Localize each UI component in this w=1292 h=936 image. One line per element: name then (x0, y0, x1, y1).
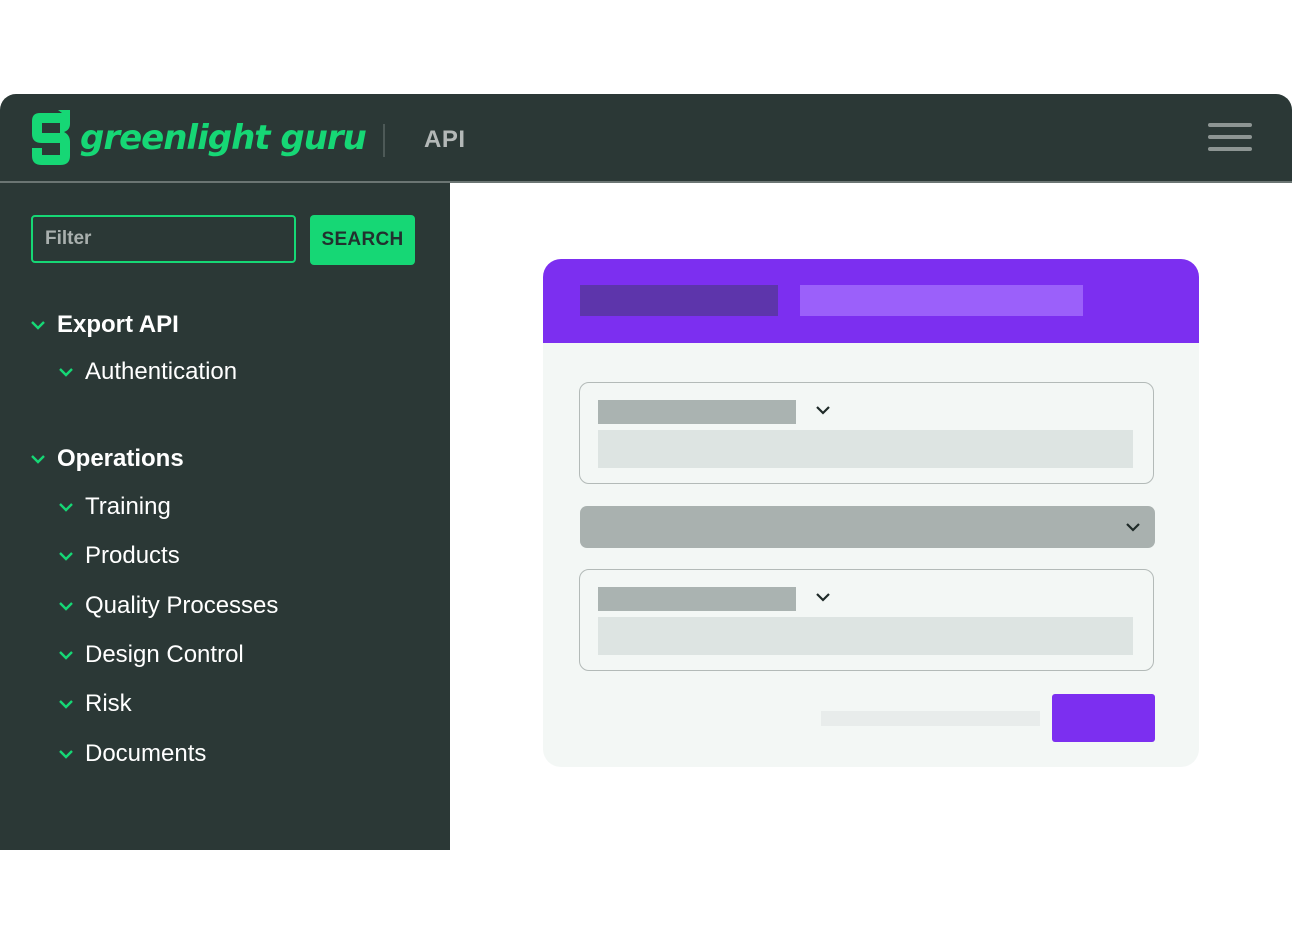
field-label-placeholder (598, 587, 796, 611)
nav-item-label: Documents (85, 740, 207, 767)
nav-item-label: Quality Processes (85, 592, 279, 619)
nav-group-export-api[interactable]: Export API (31, 310, 179, 340)
chevron-down-icon (59, 700, 73, 709)
nav-item-label: Training (85, 493, 171, 520)
sidebar: SEARCH Export API Authentication Operati… (0, 183, 450, 850)
field-input-placeholder[interactable] (598, 430, 1133, 468)
chevron-down-icon[interactable] (815, 405, 831, 416)
nav-item-documents[interactable]: Documents (59, 739, 206, 769)
card-header (543, 259, 1199, 343)
chevron-down-icon (59, 602, 73, 611)
nav-item-design-control[interactable]: Design Control (59, 640, 244, 670)
search-button[interactable]: SEARCH (310, 215, 415, 265)
header-placeholder-tab[interactable] (800, 285, 1083, 316)
nav-group-label: Operations (57, 445, 184, 472)
section-label: API (424, 126, 466, 153)
field-input-placeholder[interactable] (598, 617, 1133, 655)
nav-group-operations[interactable]: Operations (31, 444, 184, 474)
nav-item-label: Risk (85, 690, 132, 717)
chevron-down-icon (59, 503, 73, 512)
chevron-down-icon (59, 368, 73, 377)
field-label-placeholder (598, 400, 796, 424)
header-divider (383, 124, 385, 157)
select-dropdown[interactable] (580, 506, 1155, 548)
nav-item-quality-processes[interactable]: Quality Processes (59, 591, 278, 621)
main-content (450, 183, 1292, 850)
form-card (543, 259, 1199, 767)
nav-item-training[interactable]: Training (59, 492, 171, 522)
form-field-2 (579, 569, 1154, 671)
nav-item-label: Products (85, 542, 180, 569)
filter-input[interactable] (31, 215, 296, 263)
nav-item-label: Design Control (85, 641, 244, 668)
footer-text-placeholder (821, 711, 1040, 726)
chevron-down-icon (31, 321, 45, 330)
submit-button[interactable] (1052, 694, 1155, 742)
brand-name[interactable]: greenlight guru (80, 114, 367, 162)
nav-item-label: Authentication (85, 358, 238, 385)
hamburger-menu-icon[interactable] (1208, 121, 1254, 153)
form-field-1 (579, 382, 1154, 484)
chevron-down-icon (59, 750, 73, 759)
nav-group-label: Export API (57, 311, 179, 338)
chevron-down-icon (31, 455, 45, 464)
chevron-down-icon[interactable] (815, 592, 831, 603)
chevron-down-icon (59, 552, 73, 561)
nav-item-risk[interactable]: Risk (59, 689, 132, 719)
app-window: greenlight guru API SEARCH Export API Au… (0, 94, 1292, 850)
greenlight-logo-icon (32, 110, 70, 165)
top-navigation-bar: greenlight guru API (0, 94, 1292, 183)
chevron-down-icon (1126, 523, 1140, 532)
nav-item-products[interactable]: Products (59, 541, 180, 571)
chevron-down-icon (59, 651, 73, 660)
header-placeholder-title (580, 285, 778, 316)
nav-item-authentication[interactable]: Authentication (59, 357, 237, 387)
